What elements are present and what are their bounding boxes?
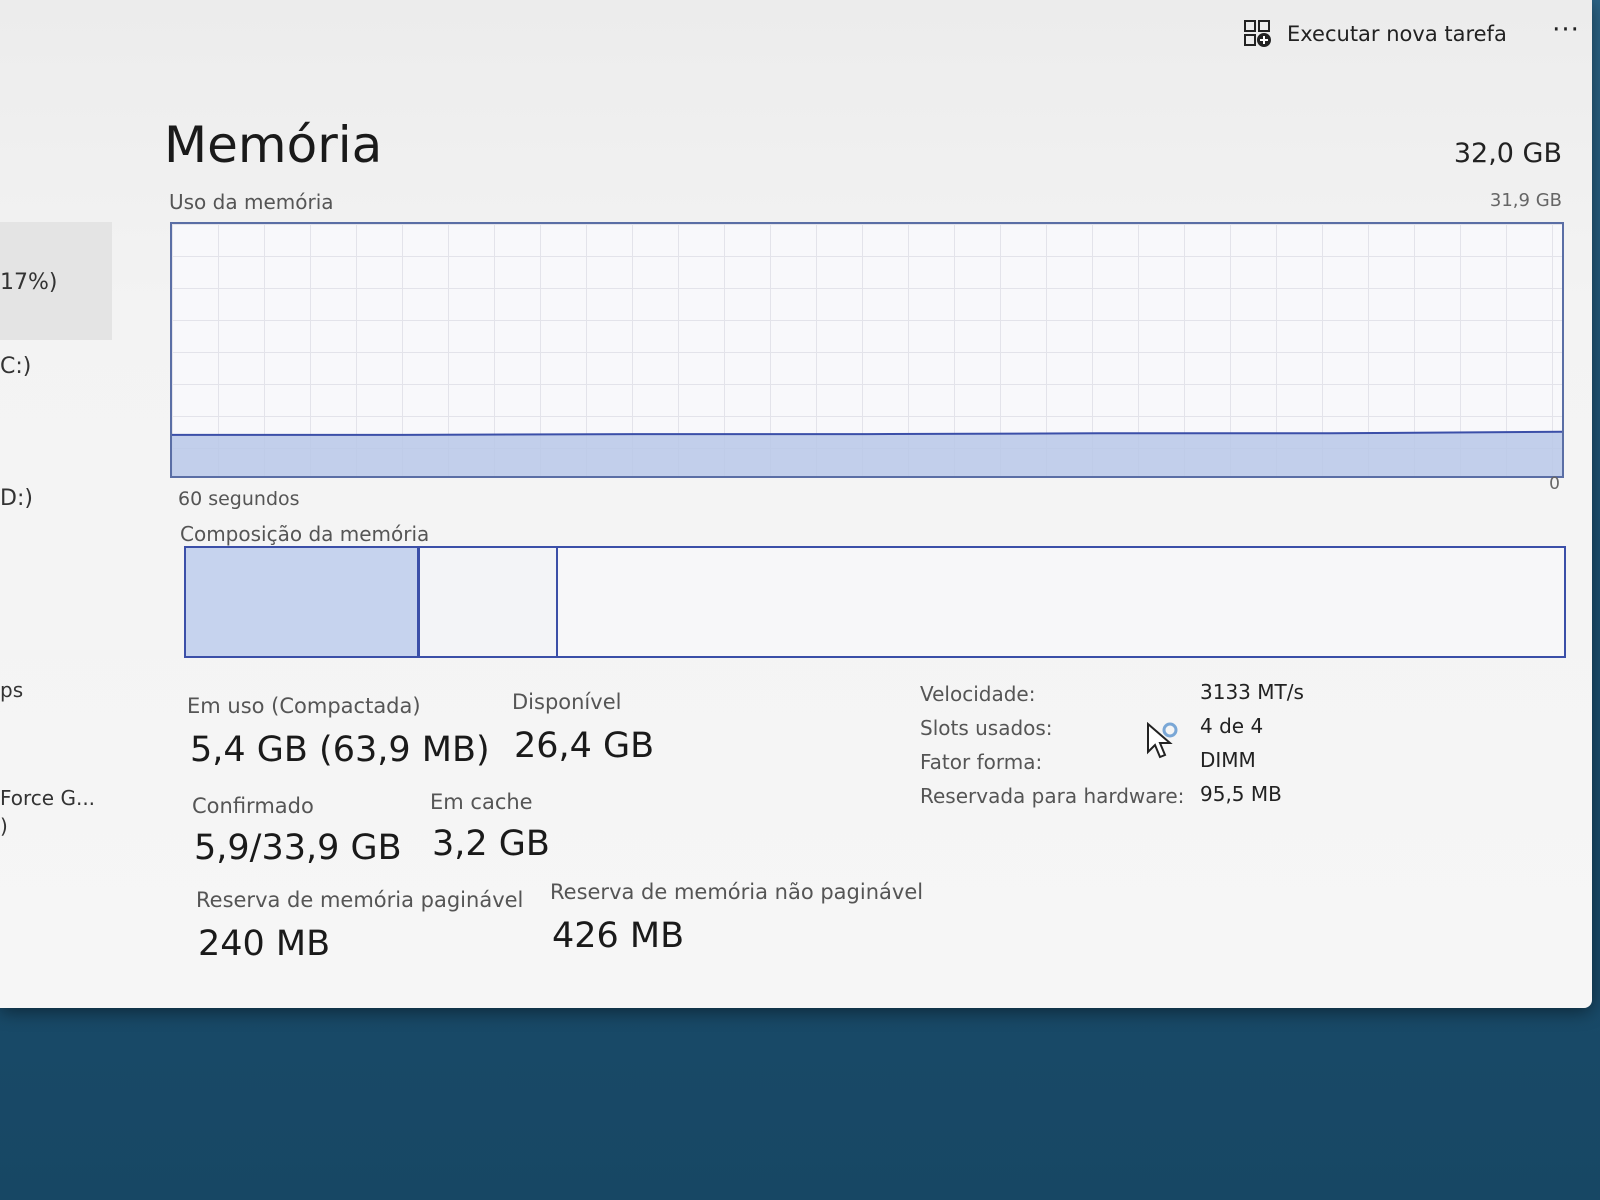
composition-in-use-segment <box>186 548 421 656</box>
sidebar-item-label: 17%) <box>0 270 58 295</box>
sidebar-item-disk-c[interactable]: C:) <box>0 354 31 379</box>
hardware-reserved-value: 95,5 MB <box>1200 782 1282 806</box>
form-factor-value: DIMM <box>1200 748 1256 772</box>
available-label: Disponível <box>512 690 622 714</box>
paged-pool-value: 240 MB <box>198 924 331 964</box>
sidebar-item-disk-d[interactable]: D:) <box>0 486 33 511</box>
sidebar-item-label: D:) <box>0 486 33 511</box>
sidebar-item-gpu[interactable]: Force G... <box>0 786 95 810</box>
composition-cached-segment <box>420 548 559 656</box>
sidebar-item-label: Force G... <box>0 786 96 810</box>
time-span-label: 60 segundos <box>178 488 300 510</box>
sidebar-item-label: ps <box>0 678 24 702</box>
memory-usage-label: Uso da memória <box>169 190 334 214</box>
slots-value: 4 de 4 <box>1200 714 1264 738</box>
sidebar-item-label: ) <box>0 814 8 838</box>
form-factor-label: Fator forma: <box>920 750 1043 774</box>
hardware-reserved-label: Reservada para hardware: <box>920 784 1185 808</box>
usage-area <box>172 431 1562 476</box>
nonpaged-pool-label: Reserva de memória não paginável <box>550 880 924 904</box>
task-manager-window: Executar nova tarefa ··· 17%) C:) D:) ps… <box>0 0 1592 1008</box>
memory-composition-label: Composição da memória <box>180 522 430 546</box>
in-use-label: Em uso (Compactada) <box>187 694 421 718</box>
page-title: Memória <box>164 116 383 174</box>
memory-usage-graph <box>170 222 1564 478</box>
sidebar-item-label: C:) <box>0 354 32 379</box>
committed-label: Confirmado <box>192 794 314 818</box>
paged-pool-label: Reserva de memória paginável <box>196 888 524 912</box>
speed-value: 3133 MT/s <box>1200 680 1304 704</box>
new-task-icon <box>1244 20 1271 47</box>
total-memory: 32,0 GB <box>1453 138 1562 169</box>
graph-min-label: 0 <box>1549 474 1560 494</box>
committed-value: 5,9/33,9 GB <box>194 828 402 868</box>
slots-label: Slots usados: <box>920 716 1053 740</box>
memory-max-label: 31,9 GB <box>1489 190 1562 211</box>
memory-usage-chart <box>172 430 1562 476</box>
available-value: 26,4 GB <box>514 726 655 766</box>
command-bar: Executar nova tarefa ··· <box>0 0 1592 70</box>
mouse-cursor-icon <box>1147 722 1178 759</box>
sidebar: 17%) C:) D:) ps Force G... ) <box>0 70 112 1008</box>
in-use-value: 5,4 GB (63,9 MB) <box>190 730 490 770</box>
run-new-task-label: Executar nova tarefa <box>1287 22 1507 46</box>
more-options-button[interactable]: ··· <box>1548 17 1584 50</box>
run-new-task-button[interactable]: Executar nova tarefa <box>1243 18 1507 50</box>
cached-label: Em cache <box>430 790 533 814</box>
memory-composition-bar <box>184 546 1566 658</box>
speed-label: Velocidade: <box>920 682 1036 706</box>
cached-value: 3,2 GB <box>432 824 550 864</box>
sidebar-item-memory[interactable]: 17%) <box>0 222 112 340</box>
nonpaged-pool-value: 426 MB <box>552 916 685 956</box>
sidebar-item-network[interactable]: ps <box>0 678 23 702</box>
sidebar-item-gpu-detail: ) <box>0 814 8 838</box>
